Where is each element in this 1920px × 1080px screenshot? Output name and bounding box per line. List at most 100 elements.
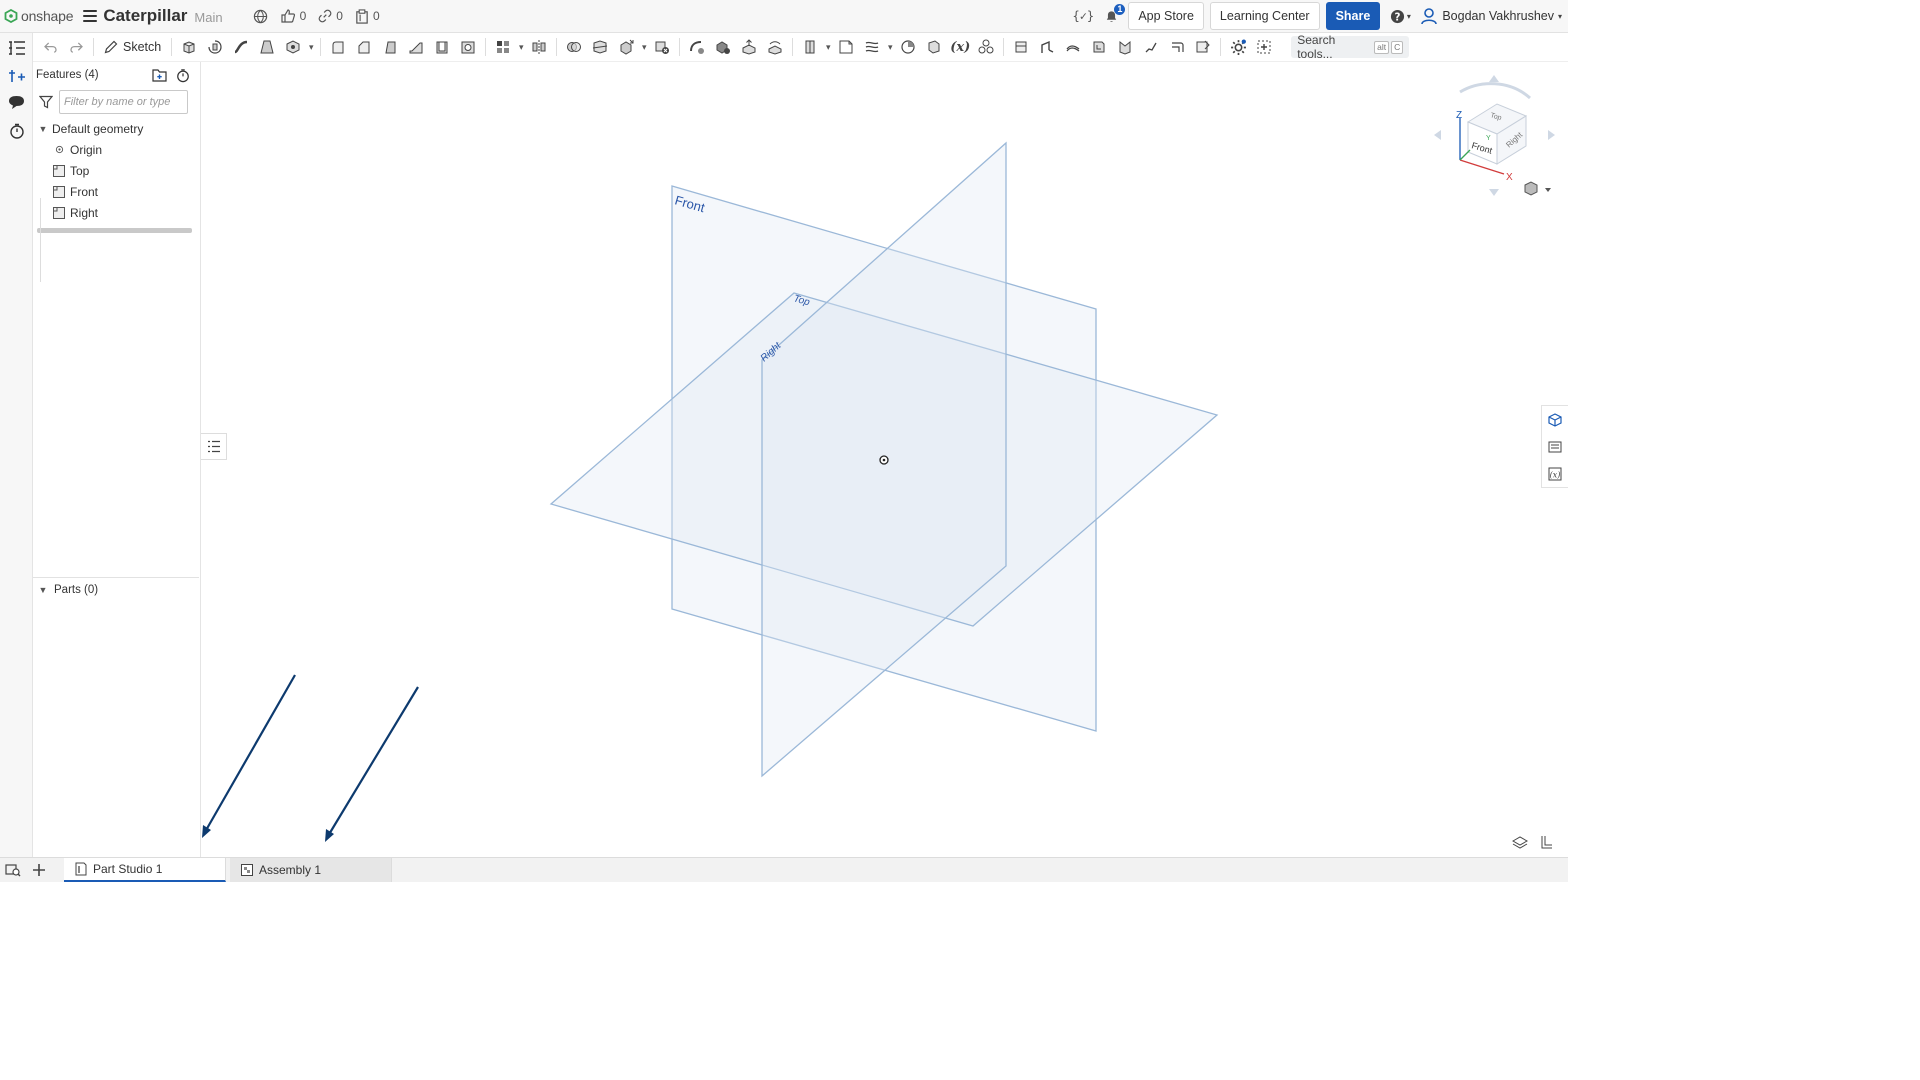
flange-icon[interactable] [1034,35,1060,59]
history-timer-icon[interactable] [6,120,27,141]
solid-tools-dropdown-icon[interactable]: ▾ [306,35,316,59]
onshape-logo[interactable]: onshape [4,8,74,24]
corner-icon[interactable] [1138,35,1164,59]
sheet-metal-icon[interactable] [1008,35,1034,59]
bend-icon[interactable] [1112,35,1138,59]
replace-face-icon[interactable] [762,35,788,59]
revolve-icon[interactable] [202,35,228,59]
rib-icon[interactable] [403,35,429,59]
add-custom-feature-icon[interactable] [1251,35,1277,59]
view-options-cube-icon[interactable] [1524,181,1551,196]
sketch-button[interactable]: Sketch [98,35,167,59]
parts-group[interactable]: ▼ Parts (0) [33,580,99,600]
share-button[interactable]: Share [1325,2,1381,30]
graphics-viewport[interactable]: Front Top Right Top Front Right Z X Y [201,62,1568,857]
links-button[interactable]: 0 [318,9,343,23]
loft-icon[interactable] [254,35,280,59]
app-store-button[interactable]: App Store [1128,2,1204,30]
tree-item-top[interactable]: Top [33,160,200,181]
undo-icon[interactable] [37,35,63,59]
default-geometry-label: Default geometry [52,121,144,136]
view-cube-rotate-left-icon[interactable] [1434,130,1441,140]
fillet-icon[interactable] [325,35,351,59]
flat-view-icon[interactable] [1190,35,1216,59]
axis-z-label: Z [1456,110,1462,121]
draft-icon[interactable] [377,35,403,59]
tree-item-front[interactable]: Front [33,181,200,202]
document-title[interactable]: Caterpillar [103,6,187,26]
extrude-icon[interactable] [176,35,202,59]
measure-icon[interactable] [895,35,921,59]
branch-name[interactable]: Main [194,10,222,25]
redo-icon[interactable] [63,35,89,59]
chevron-down-icon[interactable]: ▼ [36,585,50,595]
help-icon[interactable]: ? ▾ [1386,5,1414,27]
split-icon[interactable] [587,35,613,59]
helix-icon[interactable] [859,35,885,59]
appearance-panel-icon[interactable] [1542,406,1568,433]
view-cube-rotate-up-icon[interactable] [1489,75,1499,82]
variable-icon[interactable]: (x) [947,35,973,59]
variable-studio-icon[interactable]: {✓} [1072,5,1094,27]
move-face-icon[interactable] [736,35,762,59]
feature-filter-input[interactable] [59,90,188,114]
origin-marker[interactable] [879,455,889,465]
delete-part-icon[interactable] [649,35,675,59]
tab-icon[interactable] [1086,35,1112,59]
view-cube[interactable]: Top Front Right Z X Y [1434,75,1555,196]
named-views-icon[interactable] [1512,835,1528,849]
copies-button[interactable]: 0 [355,8,380,24]
chamfer-icon[interactable] [351,35,377,59]
tree-item-right[interactable]: Right [33,202,200,223]
learning-center-button[interactable]: Learning Center [1209,2,1320,30]
tab-part-studio-1[interactable]: Part Studio 1 [64,858,226,882]
rollback-timer-icon[interactable] [176,68,190,83]
like-button[interactable]: 0 [280,8,306,24]
pattern-icon[interactable] [490,35,516,59]
main-menu-icon[interactable] [83,10,98,22]
configuration-panel-icon[interactable]: (x) [1542,460,1568,487]
insert-feature-icon[interactable] [6,65,27,86]
public-globe-icon[interactable] [253,9,268,24]
filter-funnel-icon[interactable] [39,95,53,109]
thicken-icon[interactable] [280,35,306,59]
delete-face-icon[interactable] [710,35,736,59]
measurement-units-icon[interactable] [1540,835,1554,849]
default-geometry-group[interactable]: ▼ Default geometry [33,118,200,139]
view-cube-rotate-right-icon[interactable] [1548,130,1555,140]
notifications-bell-icon[interactable]: 1 [1100,4,1126,27]
curves-dropdown-icon[interactable]: ▾ [885,35,895,59]
plane-icon[interactable] [797,35,823,59]
transform-icon[interactable] [613,35,639,59]
comments-icon[interactable] [6,92,27,113]
mirror-icon[interactable] [526,35,552,59]
tab-manager-icon[interactable] [0,858,26,883]
boolean-icon[interactable] [561,35,587,59]
features-title: Features (4) [36,69,99,81]
search-tools-input[interactable]: Search tools... alt C [1291,33,1410,61]
hole-icon[interactable] [455,35,481,59]
custom-features-gear-icon[interactable] [1225,35,1251,59]
sweep-icon[interactable] [228,35,254,59]
add-tab-icon[interactable] [26,858,52,883]
add-folder-icon[interactable] [152,68,168,82]
chevron-down-icon[interactable]: ▼ [36,124,50,134]
user-menu[interactable]: Bogdan Vakhrushev ▾ [1420,7,1562,25]
bom-panel-icon[interactable] [1542,433,1568,460]
section-view-icon[interactable] [921,35,947,59]
planes-canvas[interactable]: Front Top Right Top Front Right Z X Y [201,62,1568,857]
bend-relief-icon[interactable] [1164,35,1190,59]
plane-dropdown-icon[interactable]: ▾ [823,35,833,59]
hem-icon[interactable] [1060,35,1086,59]
transform-dropdown-icon[interactable]: ▾ [639,35,649,59]
mate-connector-icon[interactable] [833,35,859,59]
feature-list-icon[interactable] [6,37,27,58]
shell-icon[interactable] [429,35,455,59]
tab-assembly-1[interactable]: Assembly 1 [230,858,392,882]
derived-icon[interactable] [973,35,999,59]
pattern-dropdown-icon[interactable]: ▾ [516,35,526,59]
rollback-bar[interactable] [37,228,192,233]
view-cube-rotate-down-icon[interactable] [1489,189,1499,196]
tree-item-origin[interactable]: Origin [33,139,200,160]
modify-fillet-icon[interactable] [684,35,710,59]
